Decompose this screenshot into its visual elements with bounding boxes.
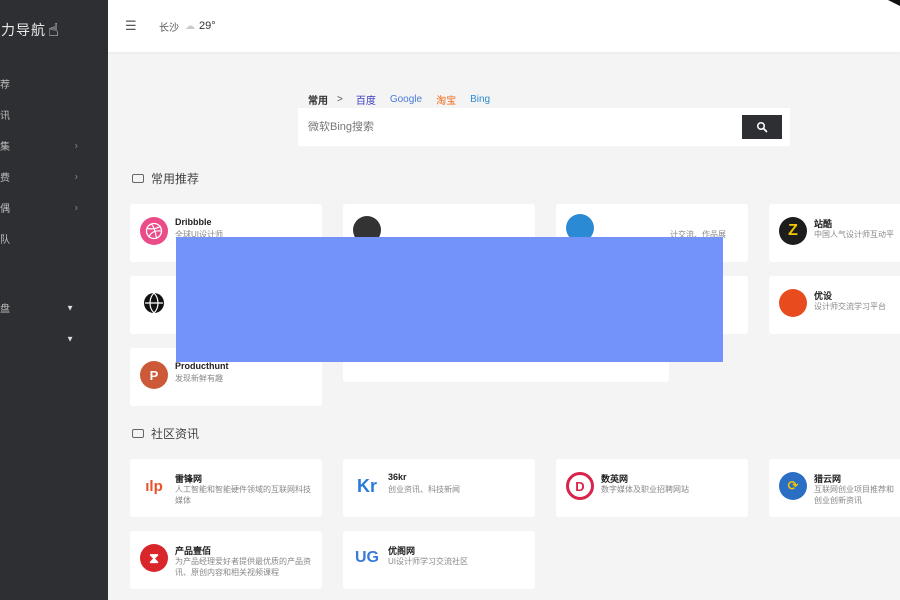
- zhanku-logo-icon: Z: [779, 217, 807, 245]
- section-title-community: 社区资讯: [132, 425, 199, 442]
- site-desc: 为产品经理爱好者提供最优质的产品资讯、原创内容和相关视频课程: [175, 557, 311, 577]
- logo-text: 一力导航: [0, 22, 46, 38]
- globe-icon: [140, 289, 168, 317]
- site-desc: 人工智能和智能硬件领域的互联网科技媒体: [175, 485, 311, 505]
- redaction-overlay: [176, 237, 723, 362]
- tag-icon: [132, 429, 144, 438]
- leifeng-logo-icon: ılp: [145, 477, 163, 495]
- site-desc: 数字媒体及职业招聘网站: [601, 485, 689, 494]
- site-desc: 互联网创业项目推荐和创业创新资讯: [814, 485, 894, 505]
- tab-taobao[interactable]: 淘宝: [436, 92, 456, 107]
- sidebar-item-blank: [0, 254, 108, 292]
- producthunt-logo-icon: P: [140, 361, 168, 389]
- site-name: Dribbble: [175, 217, 212, 227]
- sidebar-nav: 荐 讯 集 › 费 › 偶 › 队 盘 ▼ ▼: [0, 68, 108, 354]
- sidebar-item-team[interactable]: 队: [0, 223, 108, 254]
- site-card-shumeiwang[interactable]: D 数英网 数字媒体及职业招聘网站: [556, 459, 748, 517]
- site-card-youyan[interactable]: UG 优阁网 UI设计师学习交流社区: [343, 531, 535, 589]
- weather-temp: 29°: [199, 20, 216, 32]
- chevron-right-icon: ›: [74, 171, 78, 182]
- lieyun-logo-icon: ⟳: [779, 472, 807, 500]
- shumeiwang-logo-icon: D: [566, 472, 594, 500]
- menu-icon[interactable]: ☰: [125, 18, 139, 34]
- site-card-chanpin[interactable]: ⧗ 产品壹佰 为产品经理爱好者提供最优质的产品资讯、原创内容和相关视频课程: [130, 531, 322, 589]
- sidebar: 一力导航 ☝ 荐 讯 集› 费› 偶› 队 盘▼ ▼: [0, 0, 108, 600]
- search-engine-tabs: 常用 > 百度 Google 淘宝 Bing: [308, 92, 504, 107]
- site-desc: 中国人气设计师互动平: [814, 230, 894, 239]
- tab-bing[interactable]: Bing: [470, 94, 490, 105]
- site-desc: 创业资讯、科技新闻: [388, 485, 460, 494]
- dribbble-icon: [140, 217, 168, 245]
- top-header: ☰ 长沙 ☁ 29°: [108, 0, 900, 52]
- search-input[interactable]: [308, 121, 728, 133]
- site-card-youshe[interactable]: 优设 设计师交流学习平台: [769, 276, 900, 334]
- site-name: 36kr: [388, 472, 407, 482]
- site-card-zhanku[interactable]: Z 站酷 中国人气设计师互动平: [769, 204, 900, 262]
- youyan-logo-icon: UG: [355, 549, 379, 566]
- corner-decoration: [888, 0, 900, 6]
- site-desc: 设计师交流学习平台: [814, 302, 886, 311]
- sidebar-item-disk[interactable]: 盘 ▼: [0, 292, 108, 323]
- site-desc: UI设计师学习交流社区: [388, 557, 468, 566]
- chevron-right-icon: ›: [74, 140, 78, 151]
- sidebar-item-recommend[interactable]: 荐: [0, 68, 108, 99]
- search-button[interactable]: [742, 115, 782, 139]
- sidebar-item-more[interactable]: ▼: [0, 323, 108, 354]
- site-card-lieyun[interactable]: ⟳ 猎云网 互联网创业项目推荐和创业创新资讯: [769, 459, 900, 517]
- caret-down-icon: ▼: [66, 303, 74, 312]
- section-title-recommend: 常用推荐: [132, 170, 199, 187]
- pointer-hand-icon: ☝: [48, 19, 60, 40]
- site-name: Producthunt: [175, 361, 229, 371]
- sidebar-item-idol[interactable]: 偶 ›: [0, 192, 108, 223]
- tab-baidu[interactable]: 百度: [356, 92, 376, 107]
- caret-down-icon: ▼: [66, 334, 74, 343]
- chanpin-logo-icon: ⧗: [140, 544, 168, 572]
- search-box: [298, 108, 790, 146]
- cloud-icon: ☁: [185, 20, 195, 32]
- 36kr-logo-icon: Kr: [356, 475, 377, 496]
- search-group-common[interactable]: 常用: [308, 92, 328, 107]
- site-card-leifeng[interactable]: ılp 雷锋网 人工智能和智能硬件领域的互联网科技媒体: [130, 459, 322, 517]
- search-icon: [757, 122, 768, 133]
- sidebar-item-collection[interactable]: 集 ›: [0, 130, 108, 161]
- site-desc: 发现新鲜有趣: [175, 374, 223, 383]
- tab-google[interactable]: Google: [390, 94, 422, 105]
- site-card-36kr[interactable]: Kr 36kr 创业资讯、科技新闻: [343, 459, 535, 517]
- tag-icon: [132, 174, 144, 183]
- sidebar-item-free[interactable]: 费 ›: [0, 161, 108, 192]
- chevron-right-icon: >: [337, 94, 343, 105]
- sidebar-item-news[interactable]: 讯: [0, 99, 108, 130]
- youshe-logo-icon: [779, 289, 807, 317]
- logo[interactable]: 一力导航 ☝: [0, 14, 60, 46]
- weather-city: 长沙: [159, 22, 179, 34]
- chevron-right-icon: ›: [74, 202, 78, 213]
